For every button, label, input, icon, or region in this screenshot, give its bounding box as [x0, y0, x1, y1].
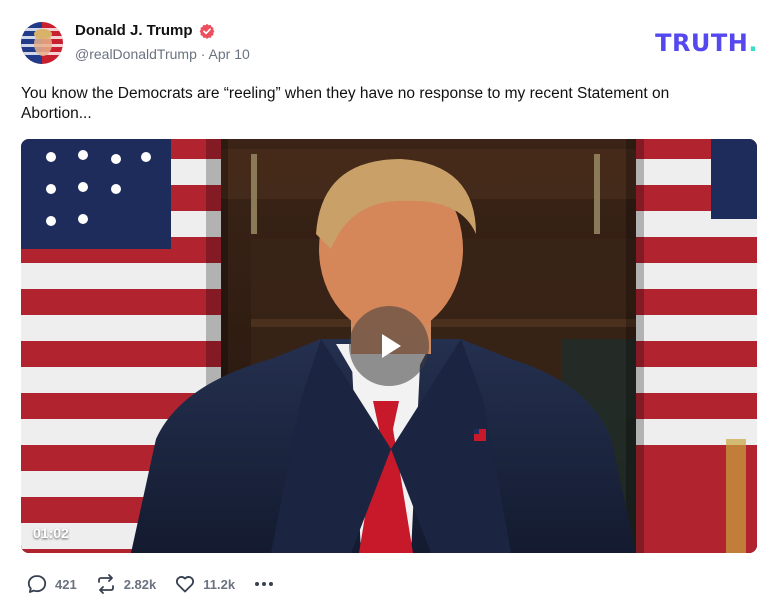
- heart-icon: [176, 576, 195, 593]
- avatar[interactable]: [21, 22, 63, 64]
- brand-dot: .: [748, 29, 758, 57]
- retruth-button[interactable]: 2.82k: [95, 573, 157, 595]
- play-button[interactable]: [349, 306, 429, 386]
- avatar-image: [21, 22, 63, 64]
- retruth-count: 2.82k: [123, 576, 157, 592]
- play-icon: [382, 334, 401, 358]
- reply-button[interactable]: 421: [26, 573, 77, 595]
- comment-icon: [27, 575, 47, 593]
- handle-row: @realDonaldTrump · Apr 10: [75, 46, 250, 62]
- reply-count: 421: [55, 576, 77, 592]
- verified-badge-icon: [199, 23, 215, 39]
- post-date[interactable]: Apr 10: [209, 46, 250, 62]
- like-count: 11.2k: [203, 576, 236, 592]
- retruth-icon: [97, 574, 114, 594]
- meta-separator: ·: [200, 46, 206, 62]
- video-player[interactable]: 01:02: [21, 139, 757, 553]
- post-actions: 421 2.82k 11.2k: [26, 573, 275, 595]
- post-text: You know the Democrats are “reeling” whe…: [21, 85, 670, 122]
- more-icon: [255, 582, 274, 586]
- author-row: Donald J. Trump: [75, 22, 215, 39]
- brand-name: TRUTH: [655, 29, 749, 57]
- author-handle[interactable]: @realDonaldTrump: [75, 46, 197, 62]
- truth-social-logo[interactable]: TRUTH.: [655, 29, 758, 57]
- author-name[interactable]: Donald J. Trump: [75, 22, 193, 39]
- more-options-button[interactable]: [253, 573, 275, 595]
- like-button[interactable]: 11.2k: [174, 573, 235, 595]
- video-duration: 01:02: [33, 525, 69, 541]
